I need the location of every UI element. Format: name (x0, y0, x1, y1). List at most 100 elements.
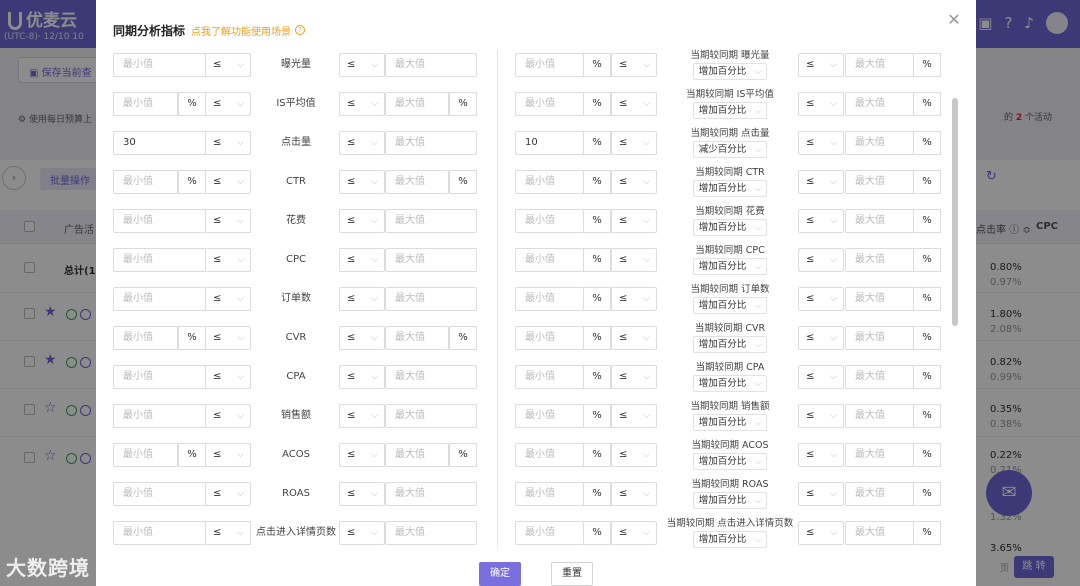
min-operator-select[interactable]: ≤ ⌵ (611, 443, 657, 467)
percent-suffix: % (913, 482, 941, 506)
min-input[interactable]: 10 (515, 131, 584, 155)
max-operator-select[interactable]: ≤ ⌵ (798, 131, 844, 155)
min-input[interactable]: 最小值 (515, 170, 584, 194)
min-operator-select[interactable]: ≤ ⌵ (611, 53, 657, 77)
max-operator-select[interactable]: ≤ ⌵ (798, 92, 844, 116)
min-operator-select[interactable]: ≤ ⌵ (611, 131, 657, 155)
question-icon[interactable]: ? (295, 25, 306, 35)
max-input[interactable]: 最大值 (845, 482, 914, 506)
direction-wrap: 增加百分比 ⌵ (661, 453, 799, 470)
min-input[interactable]: 最小值 (515, 326, 584, 350)
max-input[interactable]: 最大值 (845, 248, 914, 272)
direction-select[interactable]: 减少百分比 ⌵ (692, 141, 768, 158)
min-input[interactable]: 最小值 (515, 53, 584, 77)
direction-select[interactable]: 增加百分比 ⌵ (692, 219, 768, 236)
chevron-down-icon: ⌵ (643, 138, 650, 148)
direction-wrap: 增加百分比 ⌵ (661, 102, 799, 119)
chevron-down-icon: ⌵ (755, 262, 762, 271)
direction-select[interactable]: 增加百分比 ⌵ (692, 258, 768, 275)
max-operator-select[interactable]: ≤ ⌵ (798, 521, 844, 545)
chevron-down-icon: ⌵ (830, 450, 837, 460)
min-input[interactable]: 最小值 (515, 443, 584, 467)
chevron-down-icon: ⌵ (755, 340, 762, 349)
direction-select[interactable]: 增加百分比 ⌵ (692, 180, 768, 197)
max-input[interactable]: 最大值 (845, 404, 914, 428)
max-input[interactable]: 最大值 (845, 209, 914, 233)
max-operator-select[interactable]: ≤ ⌵ (798, 443, 844, 467)
percent-suffix: % (583, 170, 611, 194)
percent-suffix: % (913, 170, 941, 194)
direction-select[interactable]: 增加百分比 ⌵ (692, 531, 768, 548)
max-operator-select[interactable]: ≤ ⌵ (798, 248, 844, 272)
min-operator-select[interactable]: ≤ ⌵ (611, 482, 657, 506)
max-operator-select[interactable]: ≤ ⌵ (798, 287, 844, 311)
operator-value: ≤ (806, 176, 815, 187)
modal-body[interactable]: 最小值 ≤ ⌵ 曝光量 ≤ ⌵ 最大值 最小值% ≤ ⌵ IS平均值 ≤ ⌵ 最大值% 30 ≤ ⌵ 点击量 ≤ ⌵ 最… (96, 48, 960, 548)
min-input[interactable]: 最小值 (515, 482, 584, 506)
direction-select[interactable]: 增加百分比 ⌵ (692, 453, 768, 470)
min-operator-select[interactable]: ≤ ⌵ (611, 248, 657, 272)
max-operator-select[interactable]: ≤ ⌵ (798, 482, 844, 506)
direction-select[interactable]: 增加百分比 ⌵ (692, 375, 768, 392)
direction-select[interactable]: 增加百分比 ⌵ (692, 336, 768, 353)
min-operator-select[interactable]: ≤ ⌵ (611, 404, 657, 428)
min-input[interactable]: 最小值 (515, 521, 584, 545)
min-operator-select[interactable]: ≤ ⌵ (611, 170, 657, 194)
min-operator-select[interactable]: ≤ ⌵ (611, 521, 657, 545)
max-operator-select[interactable]: ≤ ⌵ (798, 365, 844, 389)
reset-button[interactable]: 重置 (551, 562, 593, 586)
max-input[interactable]: 最大值 (845, 326, 914, 350)
max-operator-select[interactable]: ≤ ⌵ (798, 170, 844, 194)
operator-value: ≤ (619, 527, 628, 538)
min-input[interactable]: 最小值 (515, 92, 584, 116)
help-link[interactable]: 点我了解功能使用场景 (191, 23, 291, 38)
direction-value: 增加百分比 (698, 222, 747, 233)
min-input[interactable]: 最小值 (515, 287, 584, 311)
direction-wrap: 增加百分比 ⌵ (661, 180, 799, 197)
min-operator-select[interactable]: ≤ ⌵ (611, 92, 657, 116)
max-input[interactable]: 最大值 (845, 443, 914, 467)
percent-suffix: % (583, 209, 611, 233)
filter-row-right: 最小值% ≤ ⌵ 当期较同期 销售额 增加百分比 ⌵ ≤ ⌵ 最大值% (96, 399, 960, 438)
chevron-down-icon: ⌵ (643, 294, 650, 304)
min-operator-select[interactable]: ≤ ⌵ (611, 326, 657, 350)
direction-select[interactable]: 增加百分比 ⌵ (692, 63, 768, 80)
max-operator-select[interactable]: ≤ ⌵ (798, 326, 844, 350)
compare-label: 当期较同期 销售额 (690, 401, 770, 412)
direction-select[interactable]: 增加百分比 ⌵ (692, 297, 768, 314)
direction-value: 增加百分比 (698, 300, 747, 311)
max-input[interactable]: 最大值 (845, 287, 914, 311)
direction-select[interactable]: 增加百分比 ⌵ (692, 102, 768, 119)
compare-label: 当期较同期 ACOS (691, 440, 769, 451)
min-operator-select[interactable]: ≤ ⌵ (611, 287, 657, 311)
chevron-down-icon: ⌵ (755, 301, 762, 310)
percent-suffix: % (913, 248, 941, 272)
max-input[interactable]: 最大值 (845, 92, 914, 116)
max-input[interactable]: 最大值 (845, 131, 914, 155)
direction-select[interactable]: 增加百分比 ⌵ (692, 414, 768, 431)
max-input[interactable]: 最大值 (845, 170, 914, 194)
percent-suffix: % (913, 209, 941, 233)
operator-value: ≤ (619, 254, 628, 265)
min-input[interactable]: 最小值 (515, 209, 584, 233)
min-input[interactable]: 最小值 (515, 365, 584, 389)
max-operator-select[interactable]: ≤ ⌵ (798, 404, 844, 428)
filter-row-right: 最小值% ≤ ⌵ 当期较同期 曝光量 增加百分比 ⌵ ≤ ⌵ 最大值% (96, 48, 960, 87)
max-operator-select[interactable]: ≤ ⌵ (798, 53, 844, 77)
confirm-button[interactable]: 确定 (479, 562, 521, 586)
min-input[interactable]: 最小值 (515, 404, 584, 428)
direction-select[interactable]: 增加百分比 ⌵ (692, 492, 768, 509)
compare-metric: 当期较同期 ROAS 增加百分比 ⌵ (661, 477, 799, 509)
compare-metric: 当期较同期 CPC 增加百分比 ⌵ (661, 243, 799, 275)
min-operator-select[interactable]: ≤ ⌵ (611, 365, 657, 389)
close-icon[interactable]: ✕ (946, 12, 962, 28)
chevron-down-icon: ⌵ (755, 145, 762, 154)
min-operator-select[interactable]: ≤ ⌵ (611, 209, 657, 233)
compare-label: 当期较同期 CPA (695, 362, 765, 373)
max-input[interactable]: 最大值 (845, 365, 914, 389)
min-input[interactable]: 最小值 (515, 248, 584, 272)
max-input[interactable]: 最大值 (845, 53, 914, 77)
max-input[interactable]: 最大值 (845, 521, 914, 545)
chevron-down-icon: ⌵ (830, 372, 837, 382)
max-operator-select[interactable]: ≤ ⌵ (798, 209, 844, 233)
